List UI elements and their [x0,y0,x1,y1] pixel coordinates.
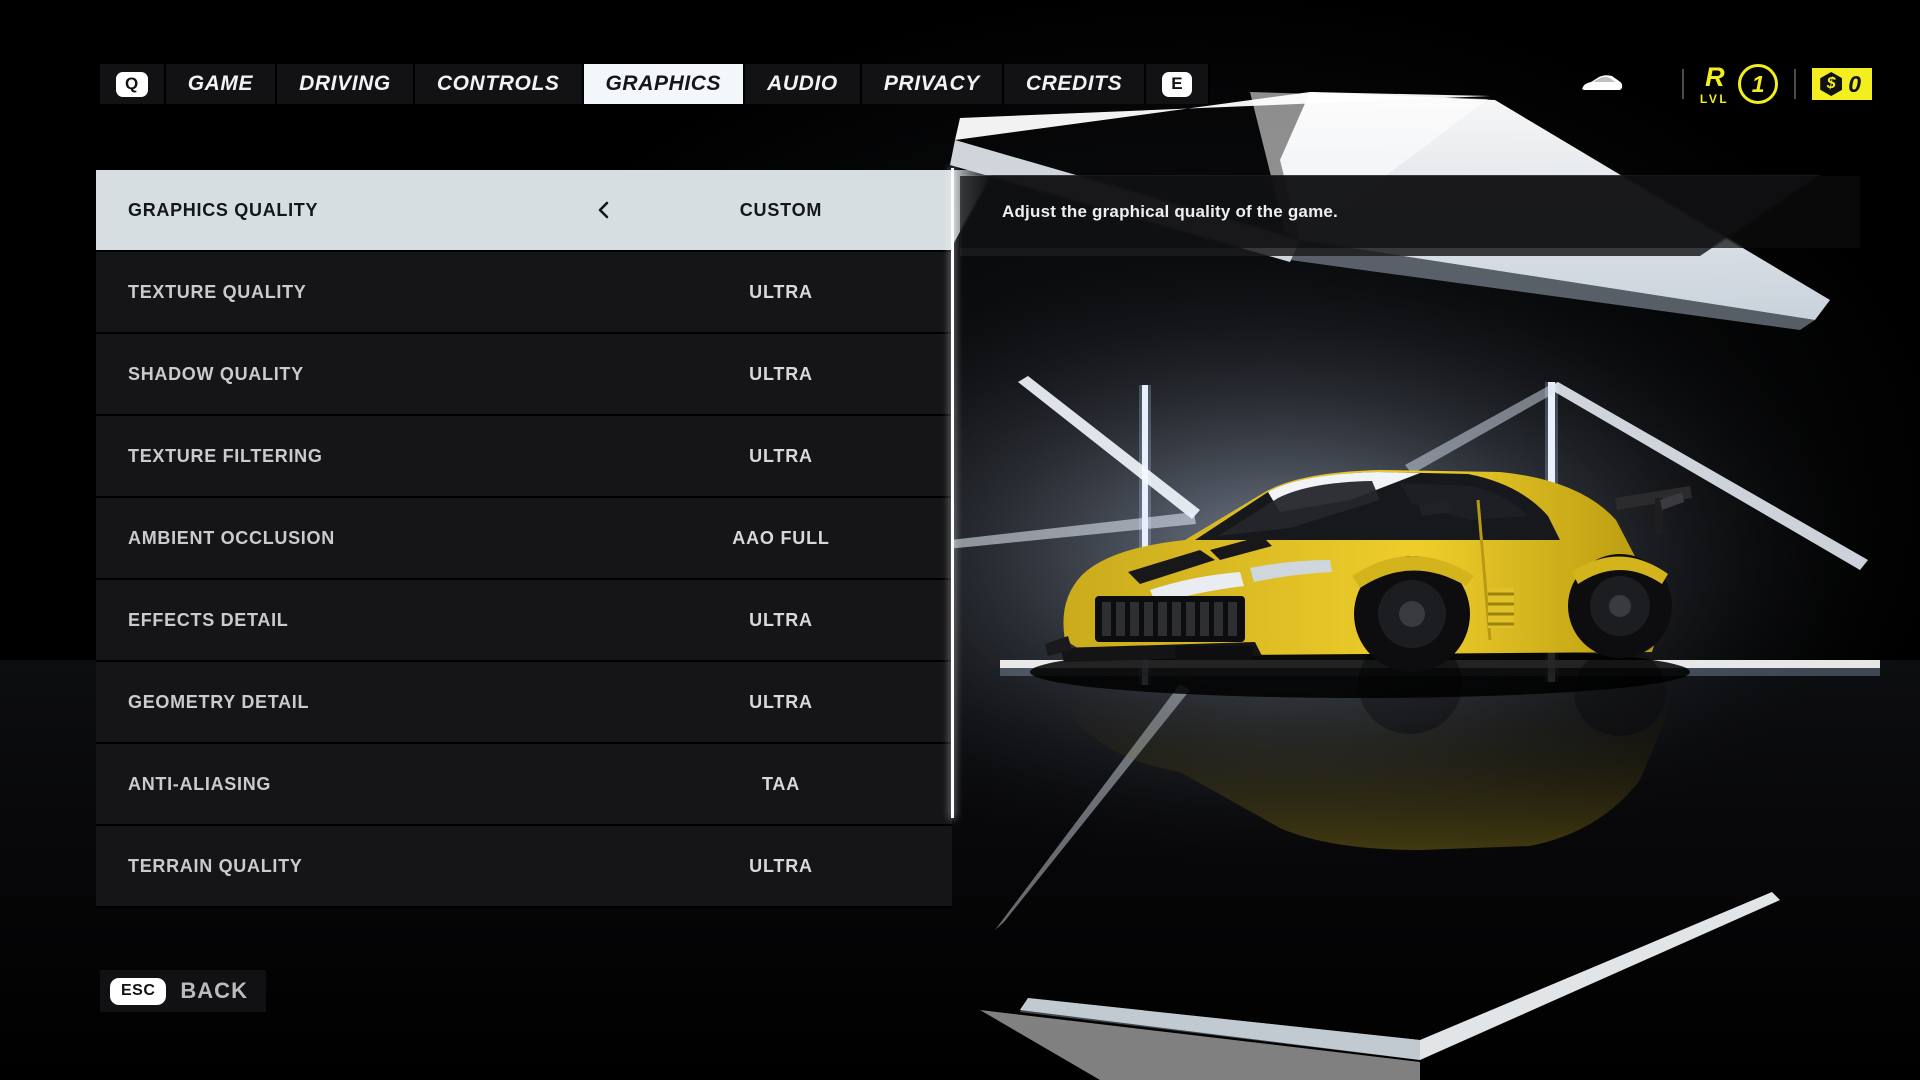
tab-credits[interactable]: CREDITS [1003,64,1147,104]
setting-label: AMBIENT OCCLUSION [128,527,335,548]
tab-driving[interactable]: DRIVING [277,64,415,104]
key-badge-q: Q [116,71,148,97]
setting-value: ULTRA [749,445,813,466]
rank-letter-block: R LVL [1699,61,1730,106]
setting-value-wrap: ULTRA [656,662,906,742]
rank-level-indicator: R LVL 1 [1699,61,1779,106]
tab-credits-label: CREDITS [1025,72,1123,95]
currency-amount: 0 [1848,70,1861,97]
tab-controls-label: CONTROLS [436,72,560,95]
setting-row-texture-filtering[interactable]: TEXTURE FILTERING ULTRA [96,416,952,498]
car-icon [1580,69,1624,99]
setting-row-graphics-quality[interactable]: GRAPHICS QUALITY CUSTOM [96,170,952,252]
setting-row-ambient-occlusion[interactable]: AMBIENT OCCLUSION AAO FULL [96,498,952,580]
tab-controls[interactable]: CONTROLS [414,64,584,104]
setting-value: ULTRA [749,609,813,630]
currency-badge: $ 0 [1812,68,1872,100]
panel-divider [951,168,954,818]
player-hud: R LVL 1 $ 0 [1580,60,1872,108]
setting-value-wrap: ULTRA [656,334,906,414]
back-button-label: BACK [180,978,248,1003]
setting-value: ULTRA [749,691,813,712]
setting-value-wrap: ULTRA [656,416,906,496]
hud-divider-1 [1681,69,1684,99]
setting-description-text: Adjust the graphical quality of the game… [1002,202,1338,221]
setting-value: TAA [761,773,801,794]
tab-privacy-label: PRIVACY [883,72,980,95]
coin-icon: $ [1820,72,1843,96]
currency-symbol: $ [1826,75,1836,92]
setting-label: SHADOW QUALITY [128,363,304,384]
tab-privacy[interactable]: PRIVACY [861,64,1004,104]
setting-value: ULTRA [749,281,813,302]
graphics-settings-list: GRAPHICS QUALITY CUSTOM TEXTURE QUALITY … [96,170,952,908]
next-tab-key-button[interactable]: E [1146,64,1211,104]
tab-audio-label: AUDIO [767,72,838,95]
setting-row-texture-quality[interactable]: TEXTURE QUALITY ULTRA [96,252,952,334]
setting-value: ULTRA [749,855,813,876]
settings-tab-bar: Q GAME DRIVING CONTROLS GRAPHICS AUDIO P… [100,64,1211,104]
key-badge-e: E [1162,71,1193,97]
setting-row-terrain-quality[interactable]: TERRAIN QUALITY ULTRA [96,826,952,908]
setting-value-wrap: ULTRA [656,826,906,906]
setting-label: TEXTURE FILTERING [128,445,323,466]
key-badge-esc: ESC [110,977,167,1005]
setting-value: AAO FULL [732,527,830,548]
setting-label: EFFECTS DETAIL [128,609,289,630]
setting-label: TEXTURE QUALITY [128,281,307,302]
setting-value-wrap: ULTRA [656,580,906,660]
setting-label: GRAPHICS QUALITY [128,199,319,220]
setting-row-geometry-detail[interactable]: GEOMETRY DETAIL ULTRA [96,662,952,744]
setting-row-anti-aliasing[interactable]: ANTI-ALIASING TAA [96,744,952,826]
prev-tab-key-button[interactable]: Q [100,64,166,104]
rank-sublabel: LVL [1699,91,1730,106]
setting-value-wrap: TAA [656,744,906,824]
setting-description-panel: Adjust the graphical quality of the game… [960,176,1860,248]
tab-game[interactable]: GAME [165,64,278,104]
setting-value-wrap: AAO FULL [656,498,906,578]
tab-graphics[interactable]: GRAPHICS [583,64,746,104]
setting-value: ULTRA [749,363,813,384]
setting-label: GEOMETRY DETAIL [128,691,310,712]
setting-value: CUSTOM [739,199,823,220]
tab-game-label: GAME [187,72,254,95]
setting-label: TERRAIN QUALITY [128,855,303,876]
tab-driving-label: DRIVING [299,72,391,95]
setting-row-effects-detail[interactable]: EFFECTS DETAIL ULTRA [96,580,952,662]
back-button[interactable]: ESC BACK [100,970,266,1012]
rank-letter: R [1705,61,1725,92]
settings-screen: Q GAME DRIVING CONTROLS GRAPHICS AUDIO P… [0,0,1920,1080]
setting-label: ANTI-ALIASING [128,773,272,794]
chevron-left-icon[interactable] [594,200,614,220]
tab-audio[interactable]: AUDIO [745,64,862,104]
level-value: 1 [1738,64,1779,104]
hud-divider-2 [1794,69,1797,99]
setting-value-wrap: ULTRA [656,252,906,332]
setting-row-shadow-quality[interactable]: SHADOW QUALITY ULTRA [96,334,952,416]
tab-graphics-label: GRAPHICS [605,72,722,95]
setting-value-wrap: CUSTOM [656,170,906,250]
